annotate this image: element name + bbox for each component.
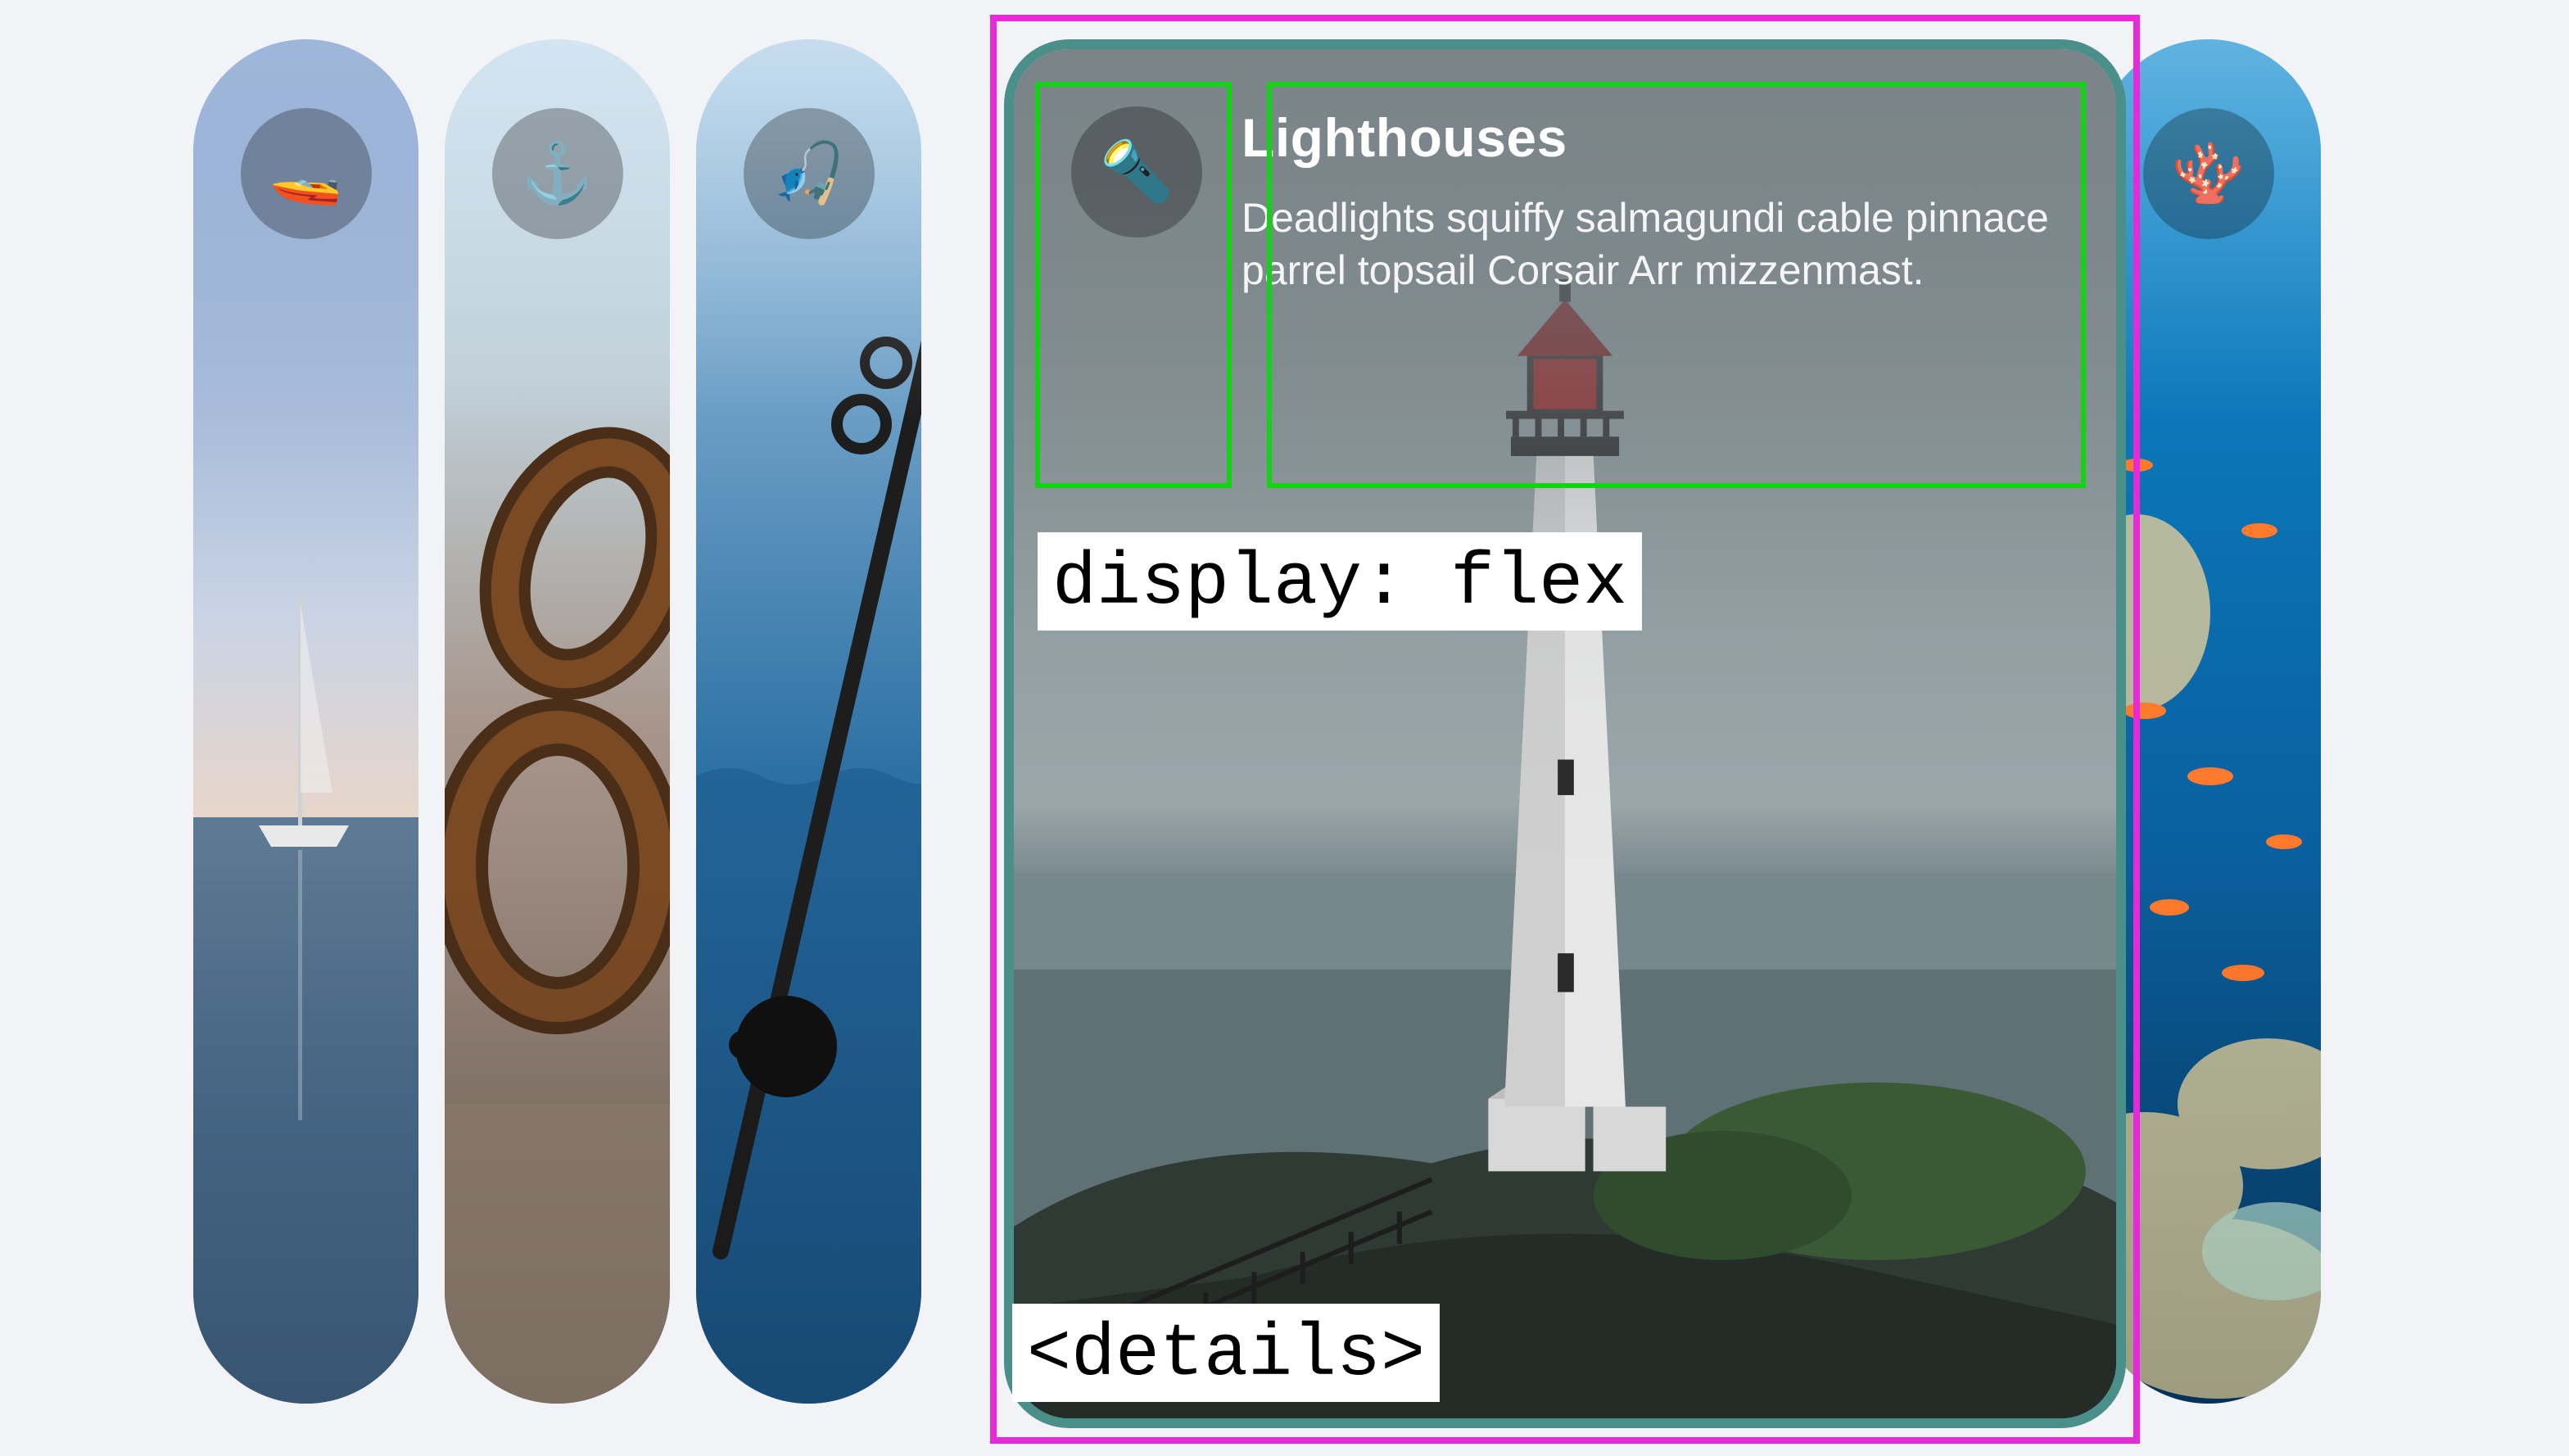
card-summary[interactable]: 🔦 Lighthouses Deadlights squiffy salmagu… bbox=[1071, 106, 2059, 296]
card-reef[interactable]: 🪸 bbox=[2096, 39, 2321, 1404]
coral-icon: 🪸 bbox=[2143, 108, 2274, 239]
speedboat-icon: 🚤 bbox=[241, 108, 372, 239]
card-sailing[interactable]: 🚤 bbox=[193, 39, 418, 1404]
anchor-icon: ⚓ bbox=[492, 108, 623, 239]
card-anchors[interactable]: ⚓ bbox=[445, 39, 670, 1404]
fishing-pole-icon: 🎣 bbox=[744, 108, 875, 239]
card-title: Lighthouses bbox=[1242, 106, 2059, 169]
card-text: Lighthouses Deadlights squiffy salmagund… bbox=[1242, 106, 2059, 296]
annotation-label-flex: display: flex bbox=[1038, 532, 1642, 631]
card-fishing[interactable]: 🎣 bbox=[696, 39, 921, 1404]
annotation-label-details: <details> bbox=[1012, 1304, 1440, 1402]
flashlight-icon: 🔦 bbox=[1071, 106, 1202, 237]
card-description: Deadlights squiffy salmagundi cable pinn… bbox=[1242, 192, 2059, 296]
card-lighthouses-expanded[interactable]: 🔦 Lighthouses Deadlights squiffy salmagu… bbox=[1004, 39, 2126, 1428]
